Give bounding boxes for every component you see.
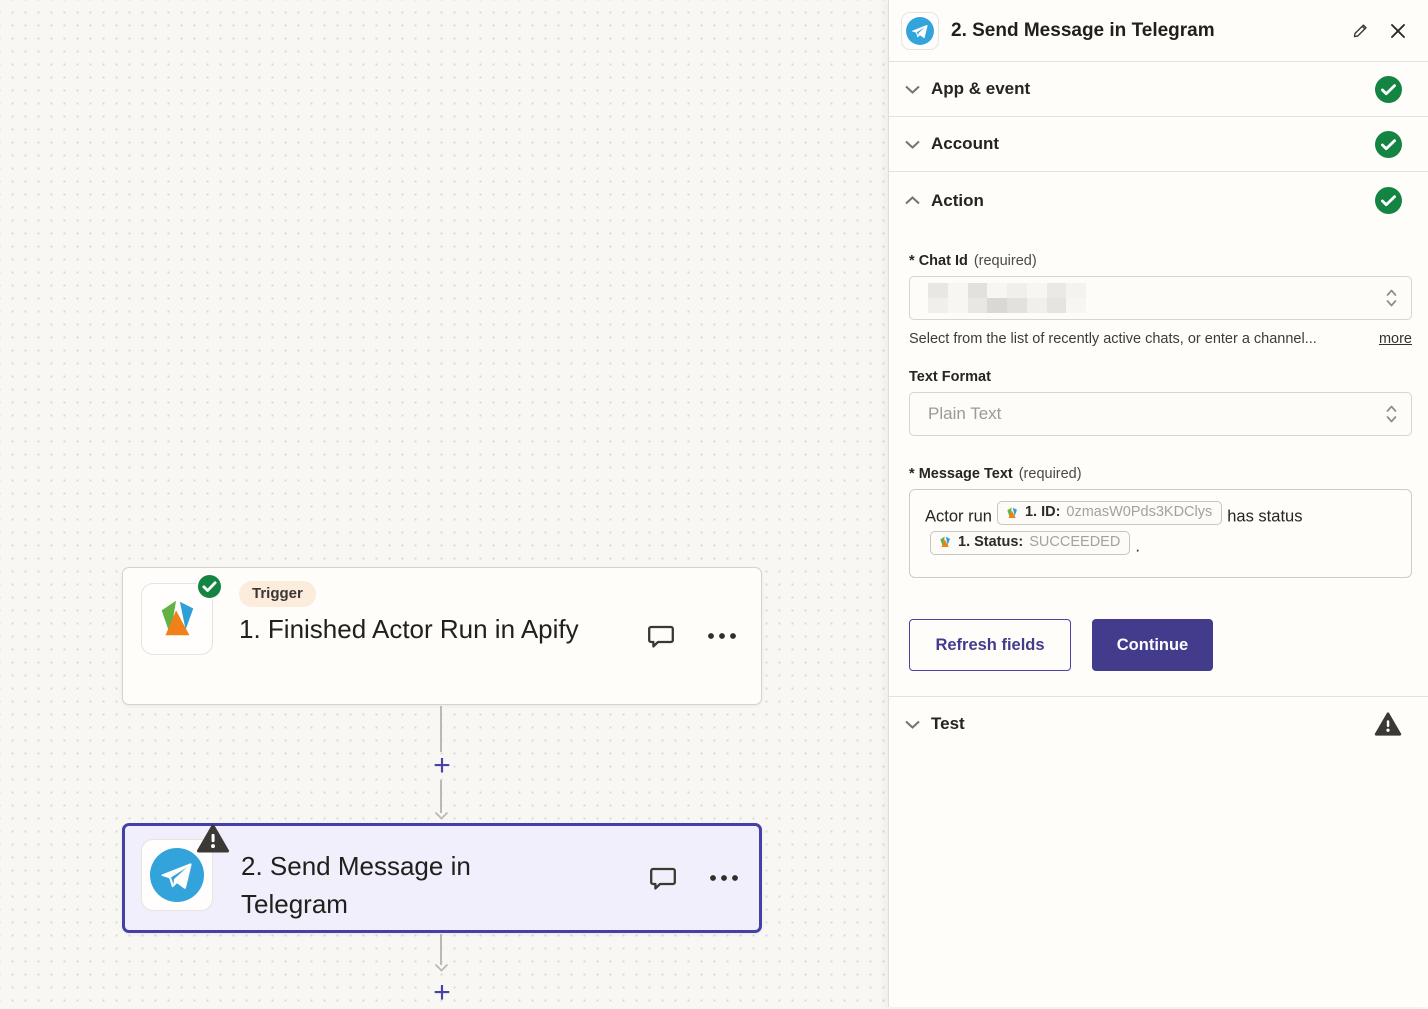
section-label: Test bbox=[931, 714, 965, 734]
message-text-middle: has status bbox=[1227, 508, 1302, 526]
panel-header: 2. Send Message in Telegram bbox=[889, 0, 1428, 62]
add-step-button[interactable]: + bbox=[429, 753, 455, 779]
connector-line bbox=[440, 706, 442, 752]
rename-step-pencil-icon[interactable] bbox=[1349, 20, 1371, 42]
action-form: * Chat Id(required) Select from the list… bbox=[889, 229, 1428, 671]
step-title: 1. Finished Actor Run in Apify bbox=[239, 610, 584, 648]
section-label: Account bbox=[931, 134, 999, 154]
note-comment-icon[interactable] bbox=[645, 620, 677, 652]
section-app-event[interactable]: App & event bbox=[889, 62, 1428, 117]
step-success-badge-icon bbox=[196, 573, 223, 600]
message-text-input[interactable]: Actor run 1. ID:0zmasW0Pds3KDClys has stat… bbox=[909, 489, 1412, 578]
status-success-icon bbox=[1375, 187, 1402, 214]
workflow-canvas[interactable]: Trigger 1. Finished Actor Run in Apify + bbox=[0, 0, 888, 1007]
text-format-value: Plain Text bbox=[928, 404, 1001, 424]
telegram-app-tile bbox=[141, 839, 213, 911]
trigger-badge: Trigger bbox=[239, 581, 316, 607]
arrow-down-icon bbox=[434, 963, 449, 972]
step-title: 2. Send Message in Telegram bbox=[241, 847, 546, 923]
more-options-icon[interactable] bbox=[708, 873, 740, 883]
more-link[interactable]: more bbox=[1379, 331, 1412, 347]
step-card-trigger[interactable]: Trigger 1. Finished Actor Run in Apify bbox=[122, 567, 762, 705]
panel-title: 2. Send Message in Telegram bbox=[951, 20, 1215, 42]
step-card-telegram[interactable]: 2. Send Message in Telegram bbox=[122, 823, 762, 933]
close-panel-icon[interactable] bbox=[1388, 21, 1408, 41]
step-warning-badge-icon bbox=[196, 823, 230, 854]
text-format-label: Text Format bbox=[909, 369, 1411, 385]
telegram-logo-icon bbox=[148, 846, 206, 904]
section-label: Action bbox=[931, 191, 984, 211]
continue-button[interactable]: Continue bbox=[1092, 619, 1213, 671]
apify-app-tile bbox=[141, 583, 213, 655]
refresh-fields-button[interactable]: Refresh fields bbox=[909, 619, 1071, 671]
chevron-down-icon bbox=[904, 719, 921, 730]
mapped-field-pill-status[interactable]: 1. Status:SUCCEEDED bbox=[930, 531, 1130, 555]
text-format-select[interactable]: Plain Text bbox=[909, 392, 1412, 436]
message-text-prefix: Actor run bbox=[925, 508, 992, 526]
chat-id-label: * Chat Id(required) bbox=[909, 253, 1411, 269]
select-stepper-icon bbox=[1384, 403, 1399, 425]
mapped-field-pill-id[interactable]: 1. ID:0zmasW0Pds3KDClys bbox=[997, 501, 1222, 525]
step-config-panel: 2. Send Message in Telegram App & event bbox=[888, 0, 1428, 1007]
chat-id-select[interactable] bbox=[909, 276, 1412, 320]
chevron-down-icon bbox=[904, 139, 921, 150]
apify-logo-icon bbox=[1005, 506, 1019, 520]
status-warning-icon bbox=[1374, 711, 1402, 737]
connector-line bbox=[440, 934, 442, 965]
apify-logo-icon bbox=[938, 535, 952, 549]
connector-line bbox=[440, 780, 442, 813]
section-account[interactable]: Account bbox=[889, 117, 1428, 172]
chat-id-helper-text: Select from the list of recently active … bbox=[909, 331, 1317, 347]
more-options-icon[interactable] bbox=[706, 631, 738, 641]
status-success-icon bbox=[1375, 131, 1402, 158]
add-step-button[interactable]: + bbox=[429, 980, 455, 1006]
telegram-app-tile-small bbox=[901, 12, 939, 50]
section-test[interactable]: Test bbox=[889, 696, 1428, 751]
chevron-down-icon bbox=[904, 84, 921, 95]
section-label: App & event bbox=[931, 79, 1030, 99]
arrow-down-icon bbox=[434, 811, 449, 820]
note-comment-icon[interactable] bbox=[647, 862, 679, 894]
message-text-label: * Message Text(required) bbox=[909, 466, 1411, 482]
select-stepper-icon bbox=[1384, 287, 1399, 309]
section-action[interactable]: Action bbox=[889, 172, 1428, 229]
redacted-chat-id-value bbox=[928, 283, 1086, 313]
chevron-up-icon bbox=[904, 195, 921, 206]
message-text-suffix: . bbox=[1135, 537, 1140, 555]
apify-logo-icon bbox=[154, 596, 200, 642]
status-success-icon bbox=[1375, 76, 1402, 103]
